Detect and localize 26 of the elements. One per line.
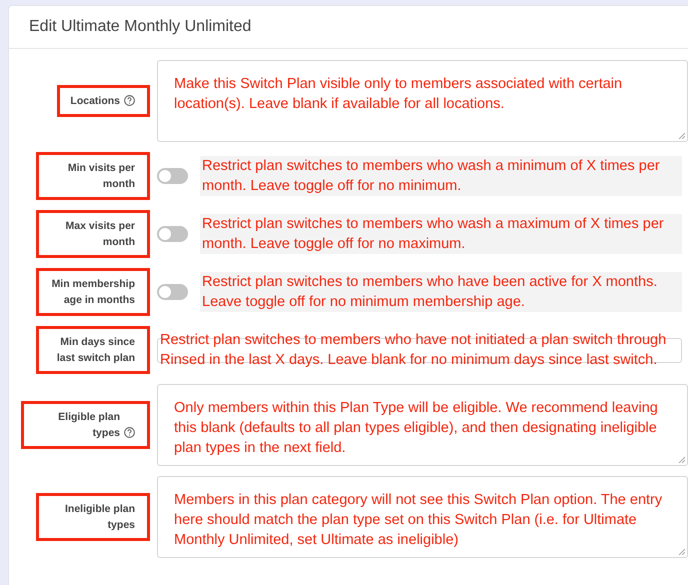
annotation-text: Only members within this Plan Type will be eligible. We recommend leaving this blank (defaults to all plan types eligible), and then designating ineligible plan types in the next field.: [174, 400, 658, 456]
annotation-text: Members in this plan category will not see this Switch Plan option. The entry here should match the plan type set on this Switch Plan (i.e. for Ultimate Monthly Unlimited, set Ultimate as ineligible): [174, 492, 662, 548]
annotation-text: Restrict plan switches to members who have not initiated a plan switch through Rinsed in the last X days. Leave blank for no minimum days since last switch.: [160, 331, 668, 370]
annotation-text: Restrict plan switches to members who have been active for X months. Leave toggle off for no minimum membership age.: [200, 272, 682, 312]
help-icon[interactable]: [124, 95, 135, 106]
text-area[interactable]: Members in this plan category will not see this Switch Plan option. The entry here should match the plan type set on this Switch Plan (i.e. for Ultimate Monthly Unlimited, set Ultimate as ineligible): [157, 476, 688, 558]
annotation-text: Restrict plan switches to members who wash a minimum of X times per month. Leave toggle off for no minimum.: [200, 156, 682, 196]
field-label: Locations: [70, 94, 120, 109]
field-label: Eligible plan types: [57, 410, 120, 441]
field-label: Min visits per month: [66, 161, 135, 192]
resize-grip-icon: [678, 456, 685, 463]
field-label: Max visits per month: [64, 219, 135, 250]
toggle-switch[interactable]: [157, 226, 188, 242]
field-label: Min membership age in months: [50, 277, 135, 308]
field-label: Min days since last switch plan: [56, 335, 135, 366]
text-area[interactable]: Only members within this Plan Type will be eligible. We recommend leaving this blank (defaults to all plan types eligible), and then designating ineligible plan types in the next field.: [157, 384, 688, 466]
resize-grip-icon: [678, 132, 685, 139]
help-icon[interactable]: [124, 427, 135, 438]
annotation-text: Make this Switch Plan visible only to members associated with certain location(s). Leave blank if available for all locations.: [174, 76, 622, 112]
annotation-text: Restrict plan switches to members who wash a maximum of X times per month. Leave toggle off for no maximum.: [200, 214, 682, 254]
toggle-switch[interactable]: [157, 284, 188, 300]
text-area[interactable]: Make this Switch Plan visible only to members associated with certain location(s). Leave blank if available for all locations.: [157, 60, 688, 142]
resize-grip-icon: [678, 548, 685, 555]
toggle-switch[interactable]: [157, 168, 188, 184]
field-label: Ineligible plan types: [64, 502, 135, 533]
panel-title: Edit Ultimate Monthly Unlimited: [29, 18, 252, 36]
